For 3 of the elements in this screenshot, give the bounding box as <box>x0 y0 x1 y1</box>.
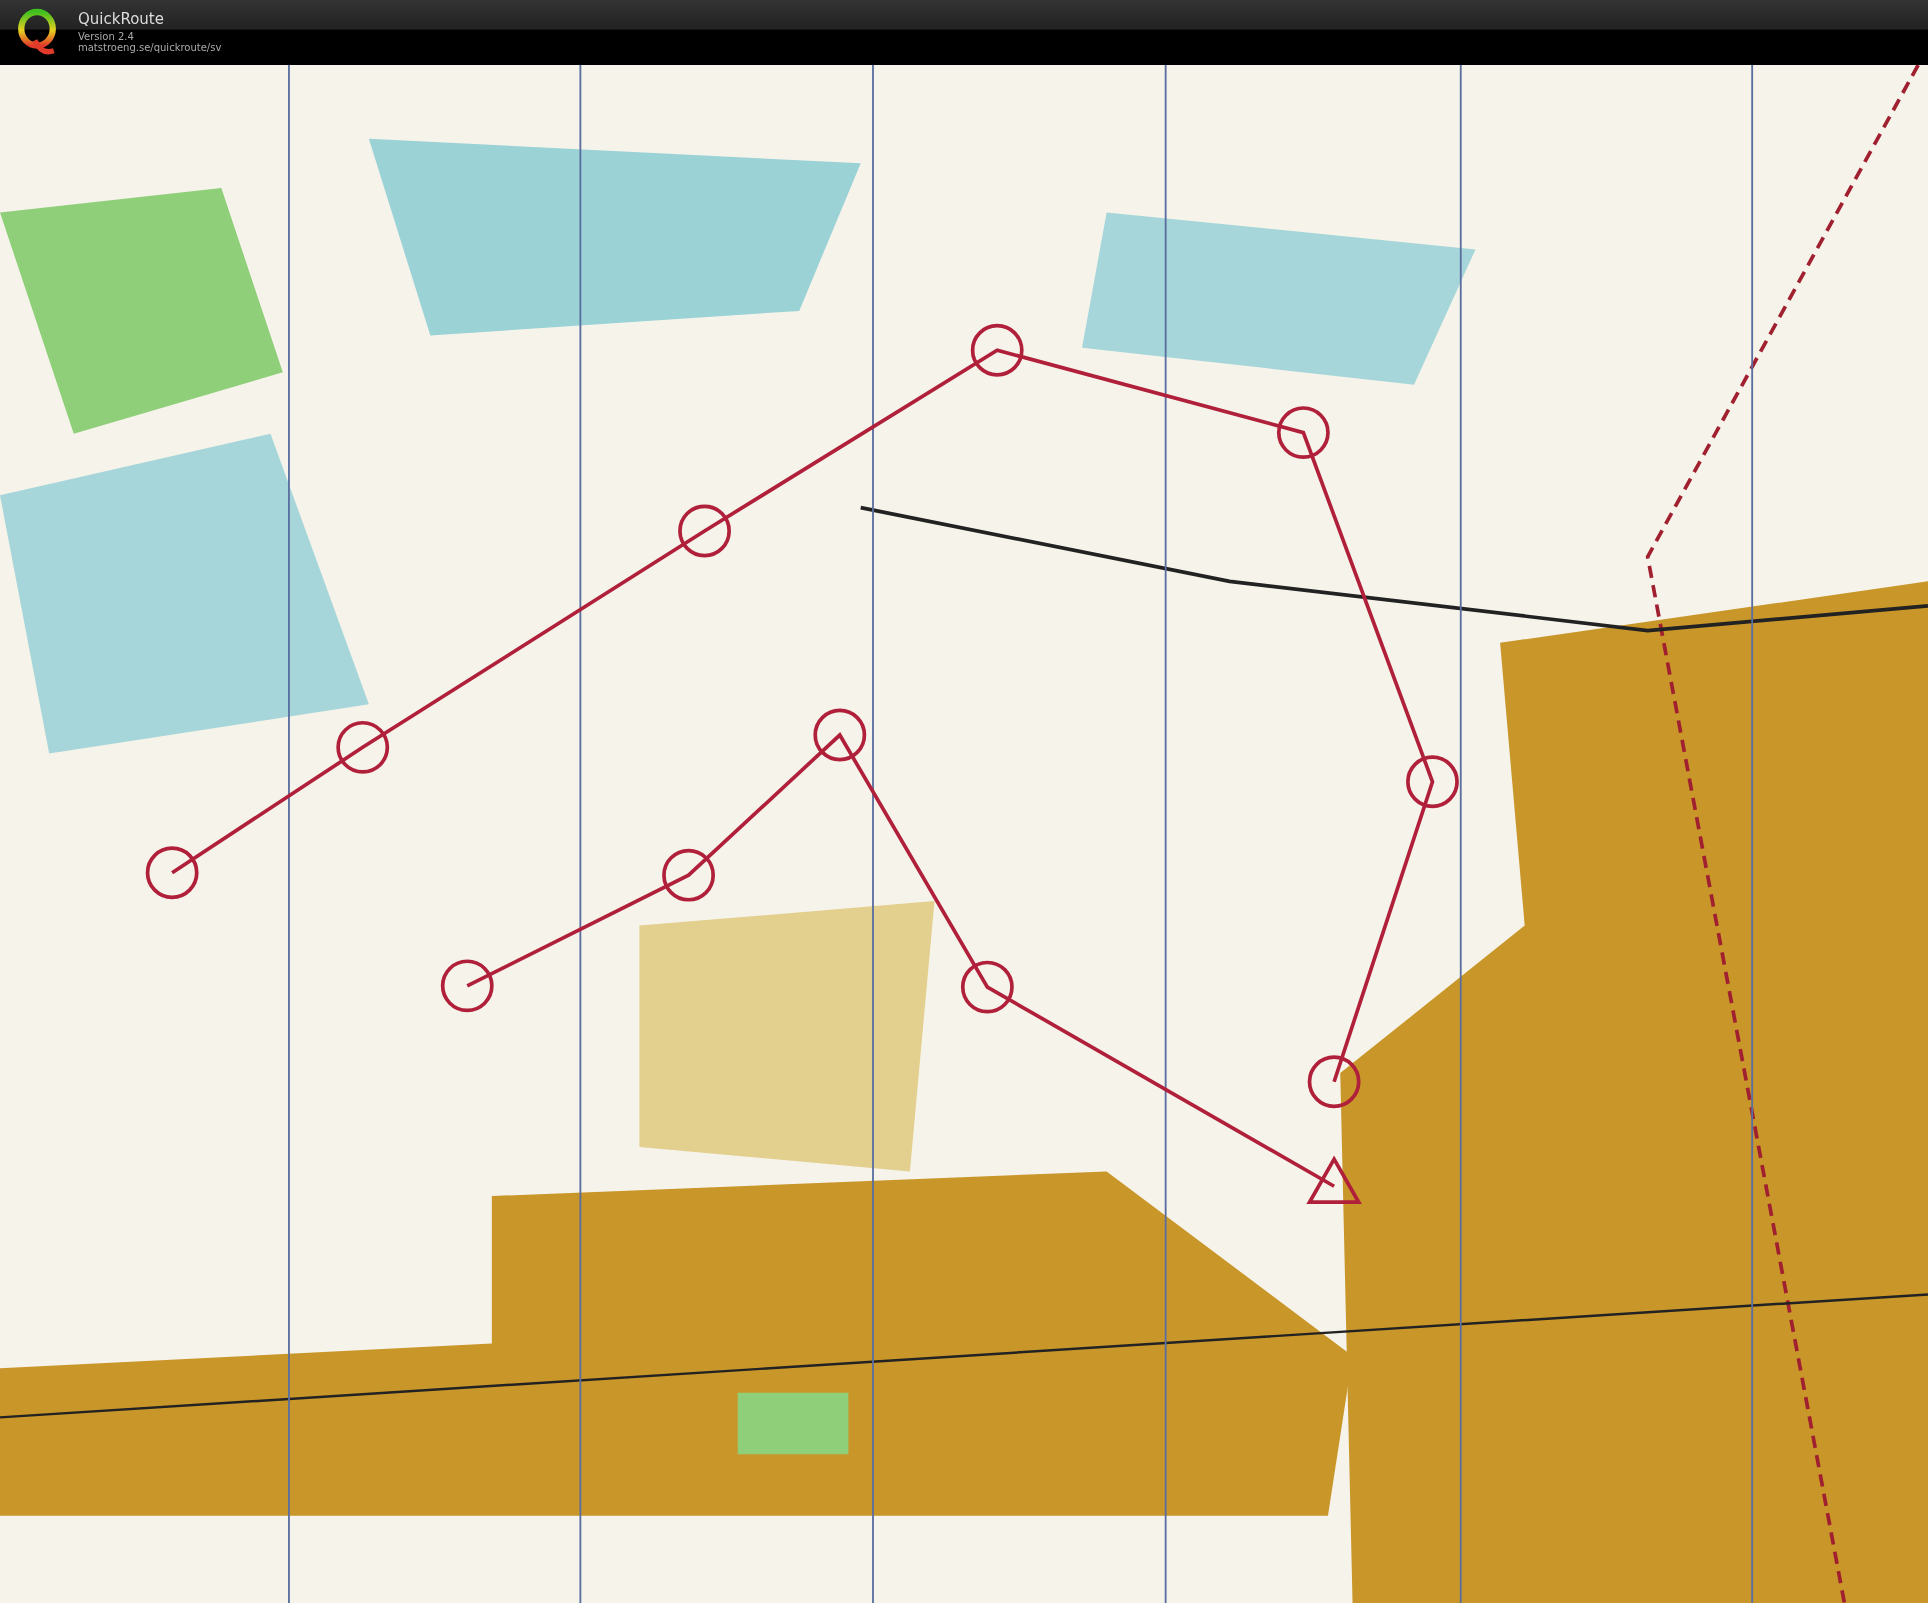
app-title: QuickRoute <box>78 11 165 29</box>
website-link[interactable]: matstroeng.se/quickroute/sv <box>78 42 222 54</box>
version-text: Version 2.4 <box>78 30 135 43</box>
